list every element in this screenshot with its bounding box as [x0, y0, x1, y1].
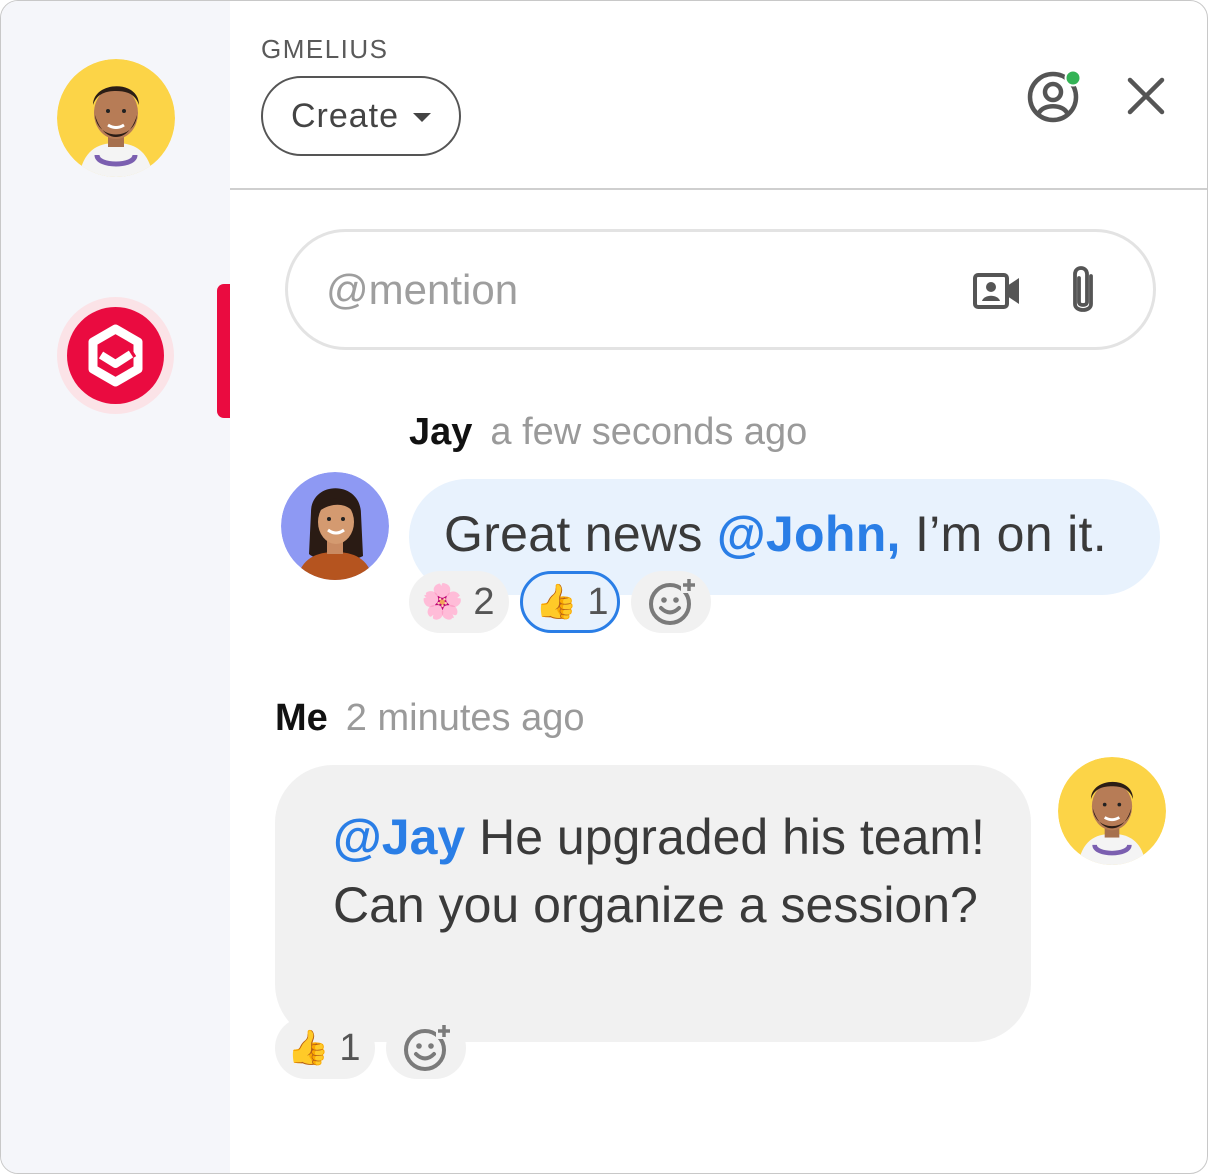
add-emoji-icon [649, 577, 697, 625]
message-bubble-outgoing: @Jay He upgraded his team! Can you organ… [275, 765, 1031, 1042]
message-meta: Jay a few seconds ago [409, 411, 807, 454]
message-meta: Me 2 minutes ago [275, 697, 585, 740]
message-text: I’m on it. [900, 506, 1107, 562]
reaction-chip[interactable]: 🌸 2 [409, 571, 509, 633]
mention-link[interactable]: @John, [717, 506, 901, 562]
message-bubble-incoming: Great news @John, I’m on it. [409, 479, 1160, 595]
my-avatar[interactable] [1058, 757, 1166, 865]
author-name: Jay [409, 411, 473, 453]
mention-input[interactable] [324, 258, 928, 322]
blossom-emoji: 🌸 [421, 583, 464, 621]
video-camera-icon[interactable] [972, 269, 1022, 313]
chat-panel: GMELIUS Create @mention Jay a few second… [0, 0, 1208, 1174]
message-time: 2 minutes ago [345, 697, 585, 739]
active-indicator [217, 284, 230, 418]
thumbs-up-emoji: 👍 [535, 583, 578, 621]
mention-link[interactable]: @Jay [333, 809, 465, 865]
message-time: a few seconds ago [490, 411, 808, 453]
add-emoji-icon [404, 1023, 452, 1071]
create-button[interactable]: Create [261, 76, 461, 156]
thumbs-up-emoji: 👍 [287, 1029, 330, 1067]
reaction-chip-selected[interactable]: 👍 1 [520, 571, 620, 633]
caret-down-icon [413, 112, 432, 122]
header-divider [230, 188, 1207, 190]
gmelius-logo-icon [67, 307, 164, 404]
account-status-icon[interactable] [1026, 69, 1082, 125]
reaction-count: 2 [473, 580, 495, 623]
gmelius-app-button[interactable] [57, 297, 174, 414]
message-text: Great news [444, 506, 717, 562]
brand-title: GMELIUS [261, 34, 389, 64]
close-icon[interactable] [1125, 75, 1167, 117]
author-name: Me [275, 697, 328, 739]
add-reaction-button[interactable] [631, 571, 711, 633]
paperclip-icon[interactable] [1066, 262, 1100, 320]
create-button-label: Create [290, 96, 400, 135]
reaction-count: 1 [339, 1026, 361, 1069]
message-composer [285, 229, 1156, 350]
sidebar [1, 1, 230, 1173]
reaction-chip[interactable]: 👍 1 [275, 1017, 375, 1079]
reaction-count: 1 [587, 580, 609, 623]
jay-avatar[interactable] [281, 472, 389, 580]
user-avatar[interactable] [57, 59, 175, 177]
add-reaction-button[interactable] [386, 1017, 466, 1079]
